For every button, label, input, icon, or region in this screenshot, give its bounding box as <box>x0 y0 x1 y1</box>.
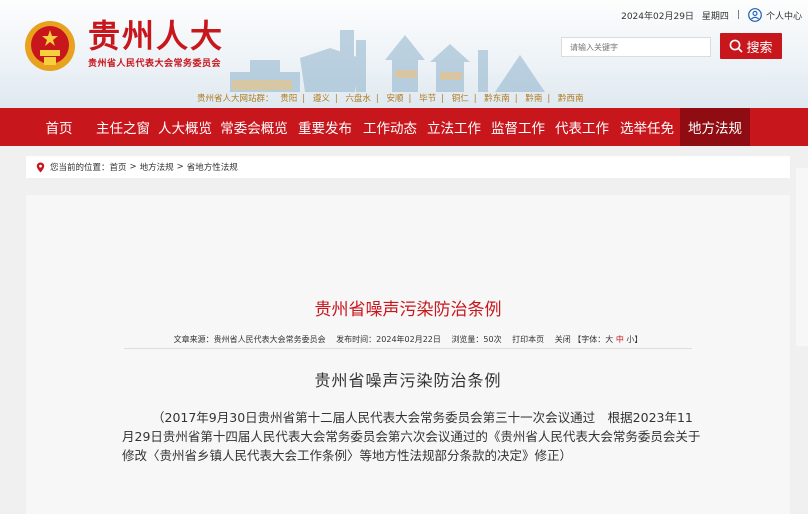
nav-item-overview[interactable]: 人大概览 <box>154 108 216 146</box>
station-link[interactable]: 黔西南 <box>558 94 584 104</box>
nav-item-director-window[interactable]: 主任之窗 <box>92 108 154 146</box>
article-panel: 贵州省噪声污染防治条例 文章来源：贵州省人民代表大会常务委员会 发布时间：202… <box>26 195 790 514</box>
station-link[interactable]: 六盘水 <box>345 94 371 104</box>
main-nav: 首页 主任之窗 人大概览 常委会概览 重要发布 工作动态 立法工作 监督工作 代… <box>0 108 808 146</box>
search-input[interactable] <box>561 37 711 57</box>
station-group-label: 贵州省人大网站群： <box>197 94 274 104</box>
meta-time: 发布时间：2024年02月22日 <box>336 335 441 344</box>
font-size-prefix: 【字体： <box>573 335 606 344</box>
breadcrumb: 您当前的位置： 首页 > 地方法规 > 省地方性法规 <box>26 156 790 178</box>
station-group-links: 贵州省人大网站群： 贵阳 | 遵义 | 六盘水 | 安顺 | 毕节 | 铜仁 | 黔东南 | … <box>197 94 584 104</box>
article-meta: 文章来源：贵州省人民代表大会常务委员会 发布时间：2024年02月22日 浏览量… <box>26 334 790 345</box>
close-link[interactable]: 关闭 <box>555 335 571 344</box>
station-link[interactable]: 黔东南 <box>484 94 510 104</box>
user-icon <box>748 8 762 22</box>
location-pin-icon <box>36 162 45 172</box>
meta-views: 浏览量：50次 <box>451 335 502 344</box>
current-date: 2024年02月29日 <box>621 11 694 22</box>
font-size-suffix: 】 <box>634 335 643 344</box>
emblem-icon <box>25 21 75 71</box>
font-medium-link[interactable]: 中 <box>616 335 624 344</box>
user-center-label: 个人中心 <box>765 11 802 22</box>
search-icon <box>730 39 744 53</box>
meta-source: 文章来源：贵州省人民代表大会常务委员会 <box>173 335 326 344</box>
nav-item-home[interactable]: 首页 <box>26 108 92 146</box>
nav-item-work-news[interactable]: 工作动态 <box>358 108 422 146</box>
document-title: 贵州省噪声污染防治条例 <box>314 371 502 390</box>
meta-divider <box>124 348 692 349</box>
nav-item-deputies[interactable]: 代表工作 <box>550 108 614 146</box>
station-link[interactable]: 安顺 <box>387 94 404 104</box>
article-title: 贵州省噪声污染防治条例 <box>314 300 502 320</box>
breadcrumb-prefix: 您当前的位置： <box>50 163 110 173</box>
divider: | <box>736 10 740 20</box>
side-panel-edge <box>796 168 808 346</box>
print-link[interactable]: 打印本页 <box>512 335 544 344</box>
nav-item-elections[interactable]: 选举任免 <box>614 108 680 146</box>
breadcrumb-provincial-regulations[interactable]: 省地方性法规 <box>187 161 238 173</box>
breadcrumb-home[interactable]: 首页 <box>110 161 127 173</box>
search-button-label: 搜索 <box>746 40 773 56</box>
nav-item-standing-committee[interactable]: 常委会概览 <box>216 108 292 146</box>
station-link[interactable]: 黔南 <box>525 94 542 104</box>
nav-item-supervision[interactable]: 监督工作 <box>486 108 550 146</box>
search-button[interactable]: 搜索 <box>720 33 782 59</box>
station-link[interactable]: 遵义 <box>313 94 330 104</box>
site-subtitle: 贵州省人民代表大会常务委员会 <box>88 59 222 69</box>
site-title: 贵州人大 <box>88 17 225 55</box>
article-paragraph: （2017年9月30日贵州省第十二届人民代表大会常务委员会第三十一次会议通过 根… <box>122 410 701 463</box>
nav-item-legislation[interactable]: 立法工作 <box>422 108 486 146</box>
user-center-link[interactable]: 个人中心 <box>748 8 802 22</box>
station-link[interactable]: 毕节 <box>419 94 436 104</box>
nav-item-announcements[interactable]: 重要发布 <box>292 108 358 146</box>
station-link[interactable]: 铜仁 <box>452 94 469 104</box>
top-info-bar: 2024年02月29日 星期四 | 个人中心 <box>621 5 808 25</box>
font-large-link[interactable]: 大 <box>605 335 613 344</box>
nav-item-local-regulations[interactable]: 地方法规 <box>680 108 750 146</box>
site-header: 贵州人大 贵州省人民代表大会常务委员会 2024年02月29日 星期四 | 个人… <box>0 0 808 108</box>
station-link[interactable]: 贵阳 <box>280 94 297 104</box>
current-weekday: 星期四 <box>701 11 729 22</box>
breadcrumb-local-regulations[interactable]: 地方法规 <box>140 161 174 173</box>
